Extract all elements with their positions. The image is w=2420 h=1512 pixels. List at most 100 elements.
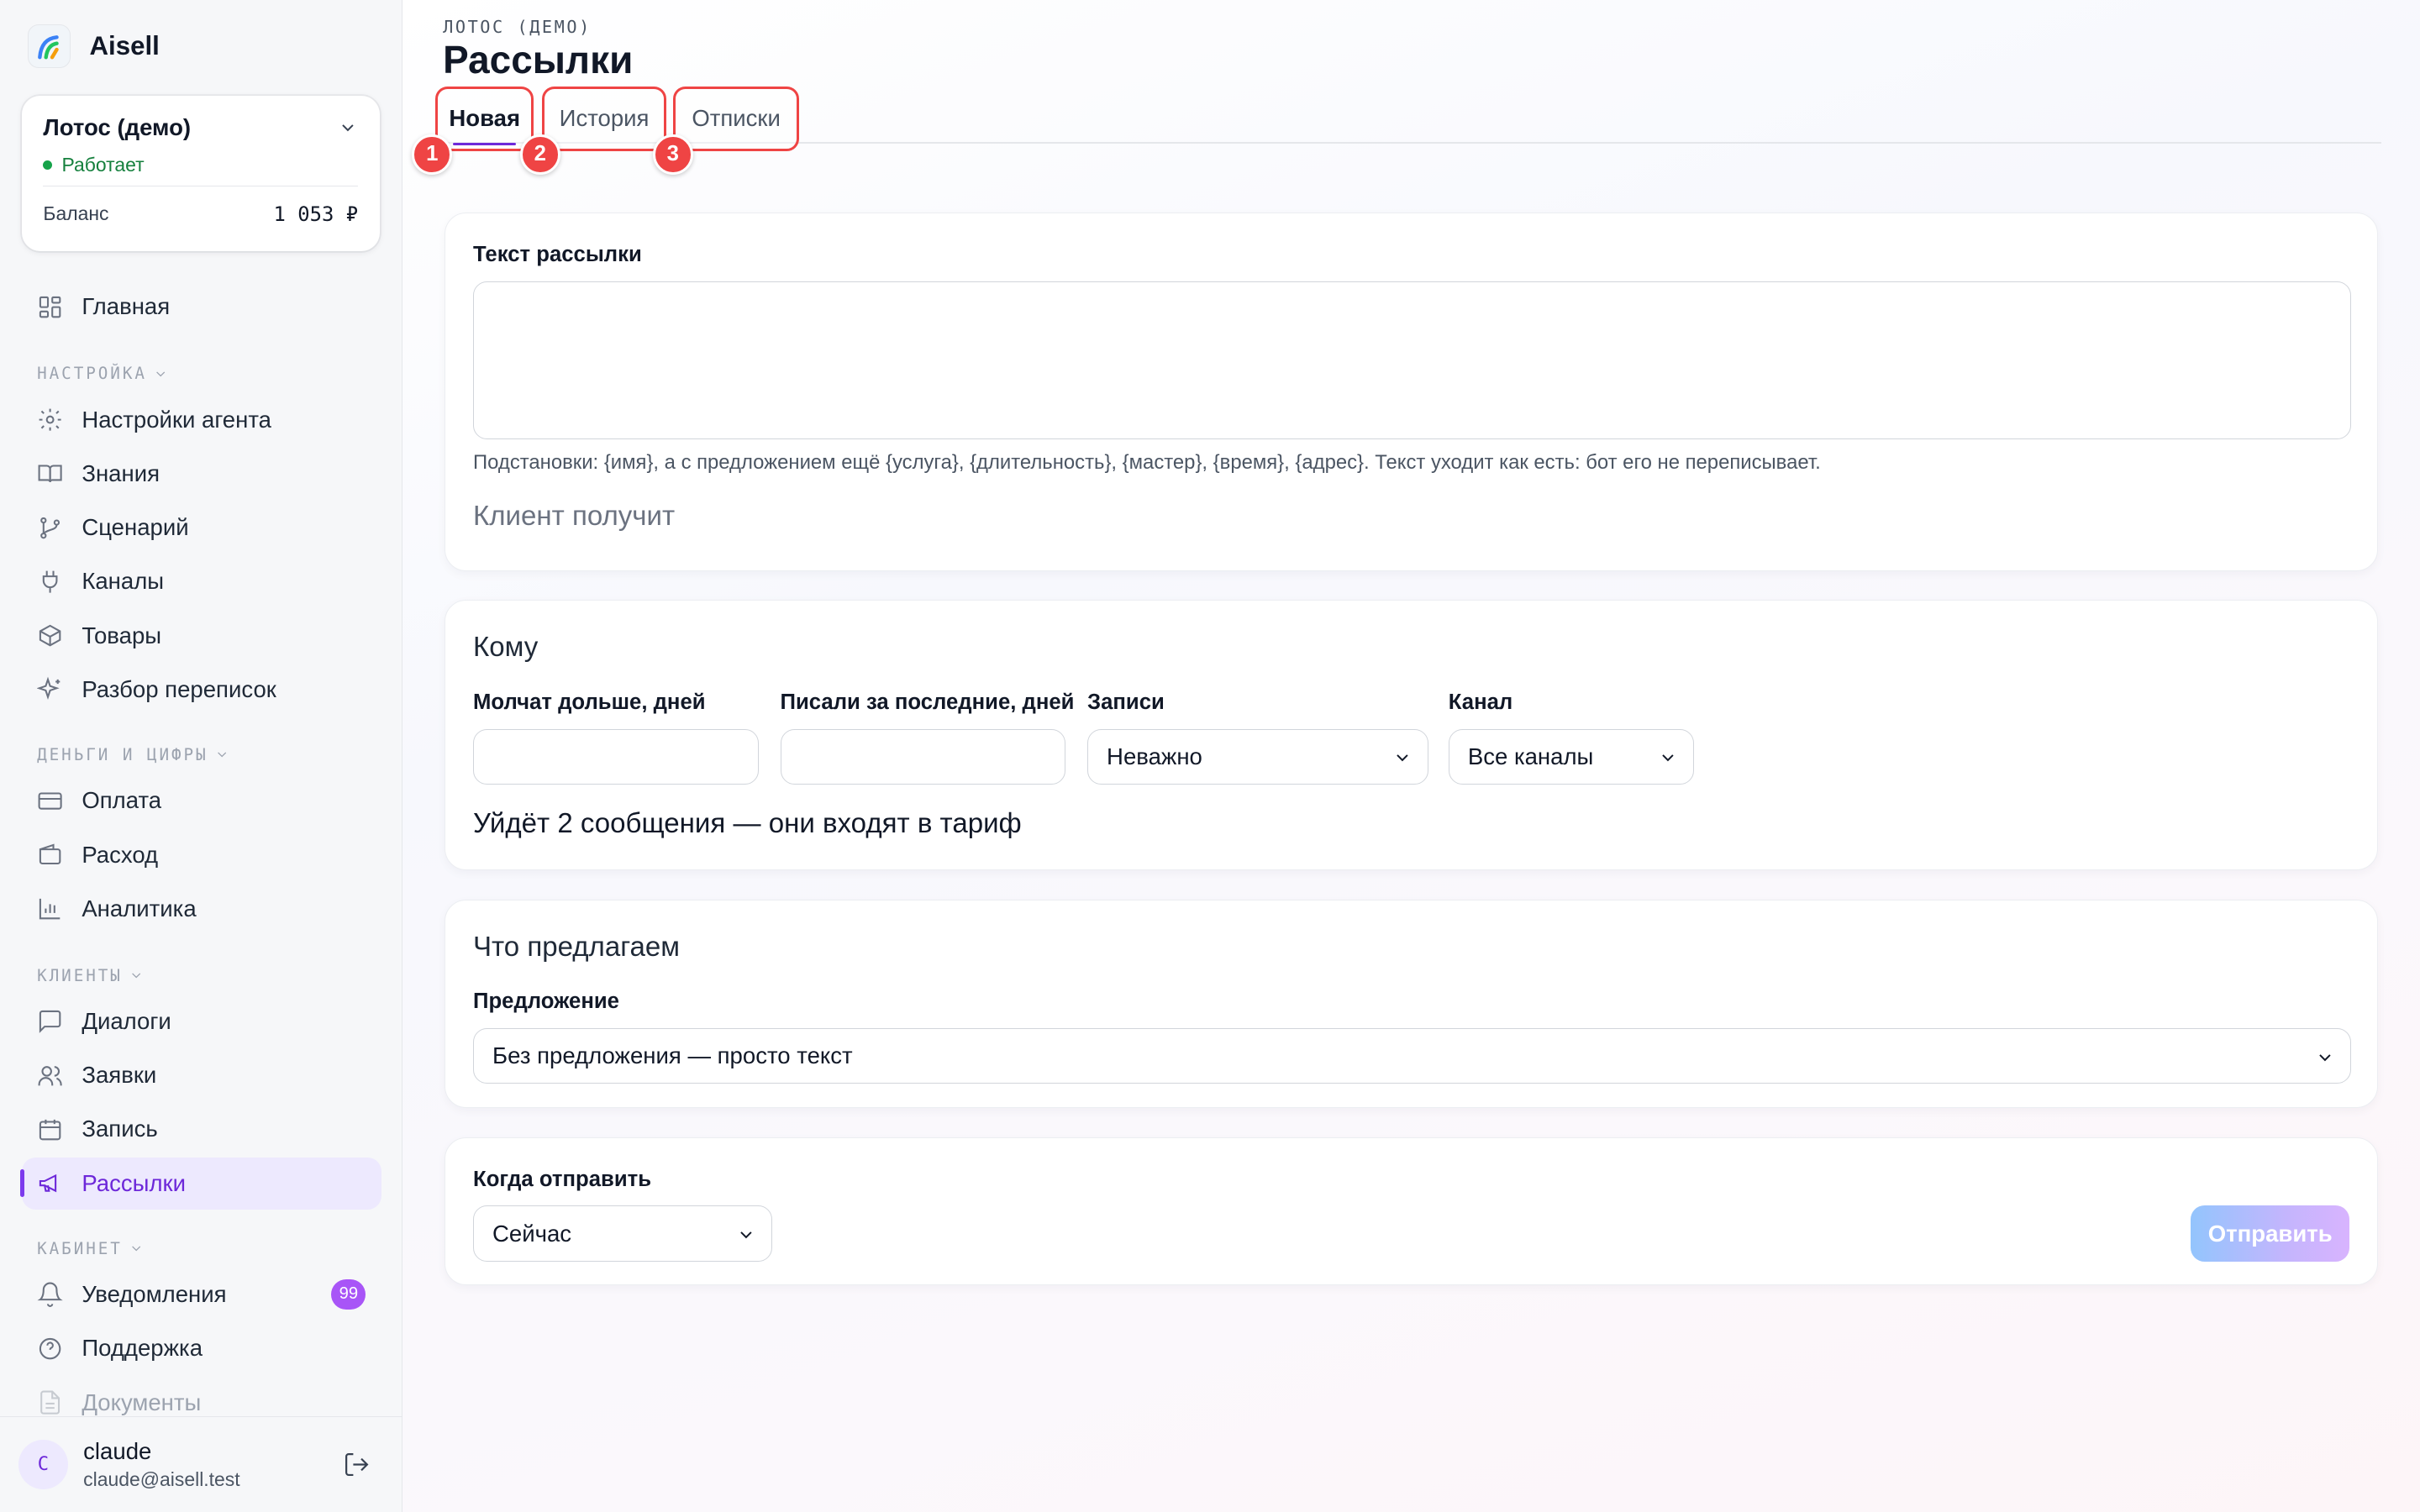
offer-select[interactable]: Без предложения — просто текст <box>473 1028 2352 1084</box>
section-label: ДЕНЬГИ И ЦИФРЫ <box>37 745 208 765</box>
book-icon <box>38 465 62 483</box>
recent-days-input[interactable] <box>780 728 1066 785</box>
sidebar-item-analytics[interactable]: Аналитика <box>22 883 381 935</box>
annotation-marker: 1 <box>412 134 453 175</box>
org-name: Лотос (демо) <box>43 113 192 140</box>
log-out-icon <box>345 1453 369 1477</box>
bookings-select[interactable]: Неважно <box>1087 728 1428 785</box>
sidebar-item-products[interactable]: Товары <box>22 609 381 661</box>
when-select-value: Сейчас <box>492 1220 572 1247</box>
channel-select[interactable]: Все каналы <box>1448 728 1694 785</box>
plug-icon <box>42 570 58 593</box>
logout-button[interactable] <box>343 1451 371 1478</box>
sidebar-item-payment[interactable]: Оплата <box>22 774 381 827</box>
avatar[interactable]: C <box>18 1440 68 1489</box>
divider <box>43 185 359 187</box>
chevron-down-icon <box>2315 1046 2335 1066</box>
status-dot-icon <box>43 160 53 170</box>
placeholder-hint: Подстановки: {имя}, а с предложением ещё… <box>473 451 1821 475</box>
megaphone-icon <box>39 1173 57 1193</box>
tab-new[interactable]: Новая <box>434 86 534 151</box>
message-card: Текст рассылки Подстановки: {имя}, а с п… <box>444 213 2379 571</box>
page-title: Рассылки <box>443 38 634 82</box>
sidebar-item-expense[interactable]: Расход <box>22 828 381 880</box>
file-text-icon <box>40 1390 60 1415</box>
dashboard-icon <box>39 296 61 318</box>
calendar-icon <box>39 1119 61 1141</box>
chevron-down-icon <box>1658 747 1678 767</box>
when-select[interactable]: Сейчас <box>473 1205 773 1262</box>
offer-select-value: Без предложения — просто текст <box>492 1042 853 1069</box>
sidebar-item-knowledge[interactable]: Знания <box>22 448 381 500</box>
sidebar-item-label: Диалоги <box>82 1007 171 1034</box>
notification-count-badge: 99 <box>331 1278 366 1310</box>
channel-select-value: Все каналы <box>1467 743 1594 769</box>
offer-title: Что предлагаем <box>473 931 681 963</box>
bell-icon <box>37 1283 63 1308</box>
sidebar-item-home[interactable]: Главная <box>22 281 381 333</box>
git-branch-icon <box>40 517 60 538</box>
sidebar-item-dialogs[interactable]: Диалоги <box>22 995 381 1047</box>
offer-label: Предложение <box>473 990 619 1014</box>
sidebar-item-booking[interactable]: Запись <box>22 1103 381 1155</box>
help-circle-icon <box>39 1337 61 1360</box>
balance-label: Баланс <box>43 202 109 224</box>
tab-history[interactable]: История <box>541 86 667 151</box>
chevron-down-icon <box>132 1246 141 1252</box>
section-cabinet[interactable]: КАБИНЕТ <box>37 1239 144 1258</box>
chevron-down-icon <box>156 371 166 377</box>
section-label: КЛИЕНТЫ <box>37 965 123 985</box>
sidebar-item-label: Запись <box>82 1116 158 1142</box>
send-button[interactable]: Отправить <box>2191 1205 2350 1262</box>
brand-name: Aisell <box>89 31 160 61</box>
user-name: claude <box>83 1438 152 1465</box>
sidebar-item-label: Уведомления <box>82 1280 227 1307</box>
silent-days-input[interactable] <box>473 728 759 785</box>
org-balance: Баланс 1 053 ₽ <box>43 202 358 226</box>
sidebar-item-label: Главная <box>82 293 171 320</box>
sidebar-item-mailings[interactable]: Рассылки <box>19 1157 381 1210</box>
audience-card: Кому Молчат дольше, дней Писали за после… <box>444 600 2379 870</box>
sidebar-item-notifications[interactable]: Уведомления 99 <box>22 1268 381 1320</box>
chevron-down-icon <box>342 124 354 132</box>
chevron-down-icon <box>1392 747 1413 767</box>
user-profile: C claude claude@aisell.test <box>0 1416 402 1512</box>
sidebar-item-label: Документы <box>82 1389 202 1415</box>
sidebar-item-support[interactable]: Поддержка <box>22 1322 381 1374</box>
aisell-logo-icon <box>28 24 71 68</box>
brand[interactable]: Aisell <box>28 24 160 68</box>
breadcrumb: ЛОТОС (ДЕМО) <box>443 17 592 38</box>
org-status-text: Работает <box>61 153 145 176</box>
sidebar-item-label: Знания <box>82 459 160 486</box>
sidebar-item-scenario[interactable]: Сценарий <box>22 501 381 554</box>
section-money[interactable]: ДЕНЬГИ И ЦИФРЫ <box>37 745 229 764</box>
sidebar-item-agent-settings[interactable]: Настройки агента <box>22 393 381 445</box>
section-clients[interactable]: КЛИЕНТЫ <box>37 966 144 985</box>
tab-unsubscribes[interactable]: Отписки <box>672 86 800 151</box>
chevron-down-icon <box>736 1224 756 1244</box>
section-settings[interactable]: НАСТРОЙКА <box>37 364 169 383</box>
when-label: Когда отправить <box>473 1167 652 1191</box>
sidebar-item-channels[interactable]: Каналы <box>22 555 381 607</box>
sidebar-item-label: Товары <box>82 622 162 648</box>
users-icon <box>38 1065 62 1085</box>
org-switcher[interactable]: Лотос (демо) Работает Баланс 1 053 ₽ <box>21 95 380 252</box>
box-icon <box>39 624 61 647</box>
main-content: ЛОТОС (ДЕМО) Рассылки Новая История Отпи… <box>402 0 2420 1512</box>
sidebar-item-label: Рассылки <box>82 1169 186 1196</box>
message-textarea[interactable] <box>473 281 2352 439</box>
offer-card: Что предлагаем Предложение Без предложен… <box>444 899 2379 1108</box>
sparkles-icon <box>37 676 60 701</box>
wallet-icon <box>39 843 61 864</box>
sidebar-item-requests[interactable]: Заявки <box>22 1049 381 1101</box>
channel-label: Канал <box>1448 690 1513 714</box>
sidebar-item-chat-review[interactable]: Разбор переписок <box>22 664 381 716</box>
message-text-label: Текст рассылки <box>473 243 642 267</box>
chevron-down-icon <box>132 973 141 979</box>
gear-icon <box>39 408 61 431</box>
schedule-card: Когда отправить Сейчас Отправить <box>444 1137 2379 1285</box>
sidebar-item-label: Каналы <box>82 568 165 595</box>
recipients-summary: Уйдёт 2 сообщения — они входят в тариф <box>473 807 1022 839</box>
preview-title: Клиент получит <box>473 501 676 533</box>
annotation-marker: 2 <box>519 134 560 175</box>
